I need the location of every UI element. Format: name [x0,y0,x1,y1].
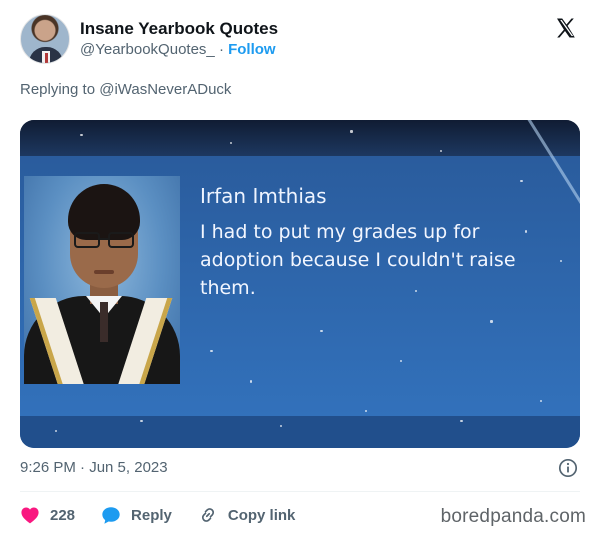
follow-button[interactable]: Follow [228,41,276,58]
heart-icon [21,507,39,524]
copy-link-button[interactable]: Copy link [198,505,296,525]
chat-bubble-icon [102,506,120,524]
author-info: Insane Yearbook Quotes @YearbookQuotes_ … [80,18,278,60]
author-display-name[interactable]: Insane Yearbook Quotes [80,18,278,40]
author-avatar[interactable] [20,14,70,64]
yearbook-student-name: Irfan Imthias [200,184,327,208]
source-watermark: boredpanda.com [440,506,586,527]
x-logo-icon[interactable] [554,16,578,40]
divider [20,491,580,492]
tweet-actions: 228 Reply Copy link [20,501,321,529]
link-icon [201,508,214,522]
copy-link-label: Copy link [227,506,296,524]
tweet-card: Insane Yearbook Quotes @YearbookQuotes_ … [0,0,600,537]
author-handle-line: @YearbookQuotes_ · Follow [80,40,278,60]
tweet-timestamp[interactable]: 9:26 PM · Jun 5, 2023 [20,459,168,476]
yearbook-portrait [24,176,180,384]
author-handle[interactable]: @YearbookQuotes_ [80,41,215,58]
yearbook-quote-text: I had to put my grades up for adoption b… [200,221,516,299]
separator-dot: · [218,41,224,58]
tweet-media-image[interactable]: Irfan Imthias I had to put my grades up … [20,120,580,448]
info-icon[interactable] [558,458,578,478]
replying-to[interactable]: Replying to @iWasNeverADuck [20,81,231,98]
like-button[interactable]: 228 [20,506,75,524]
reply-button[interactable]: Reply [101,506,172,525]
like-count: 228 [50,506,76,524]
reply-label: Reply [131,506,172,524]
tweet-header: Insane Yearbook Quotes @YearbookQuotes_ … [20,14,580,66]
